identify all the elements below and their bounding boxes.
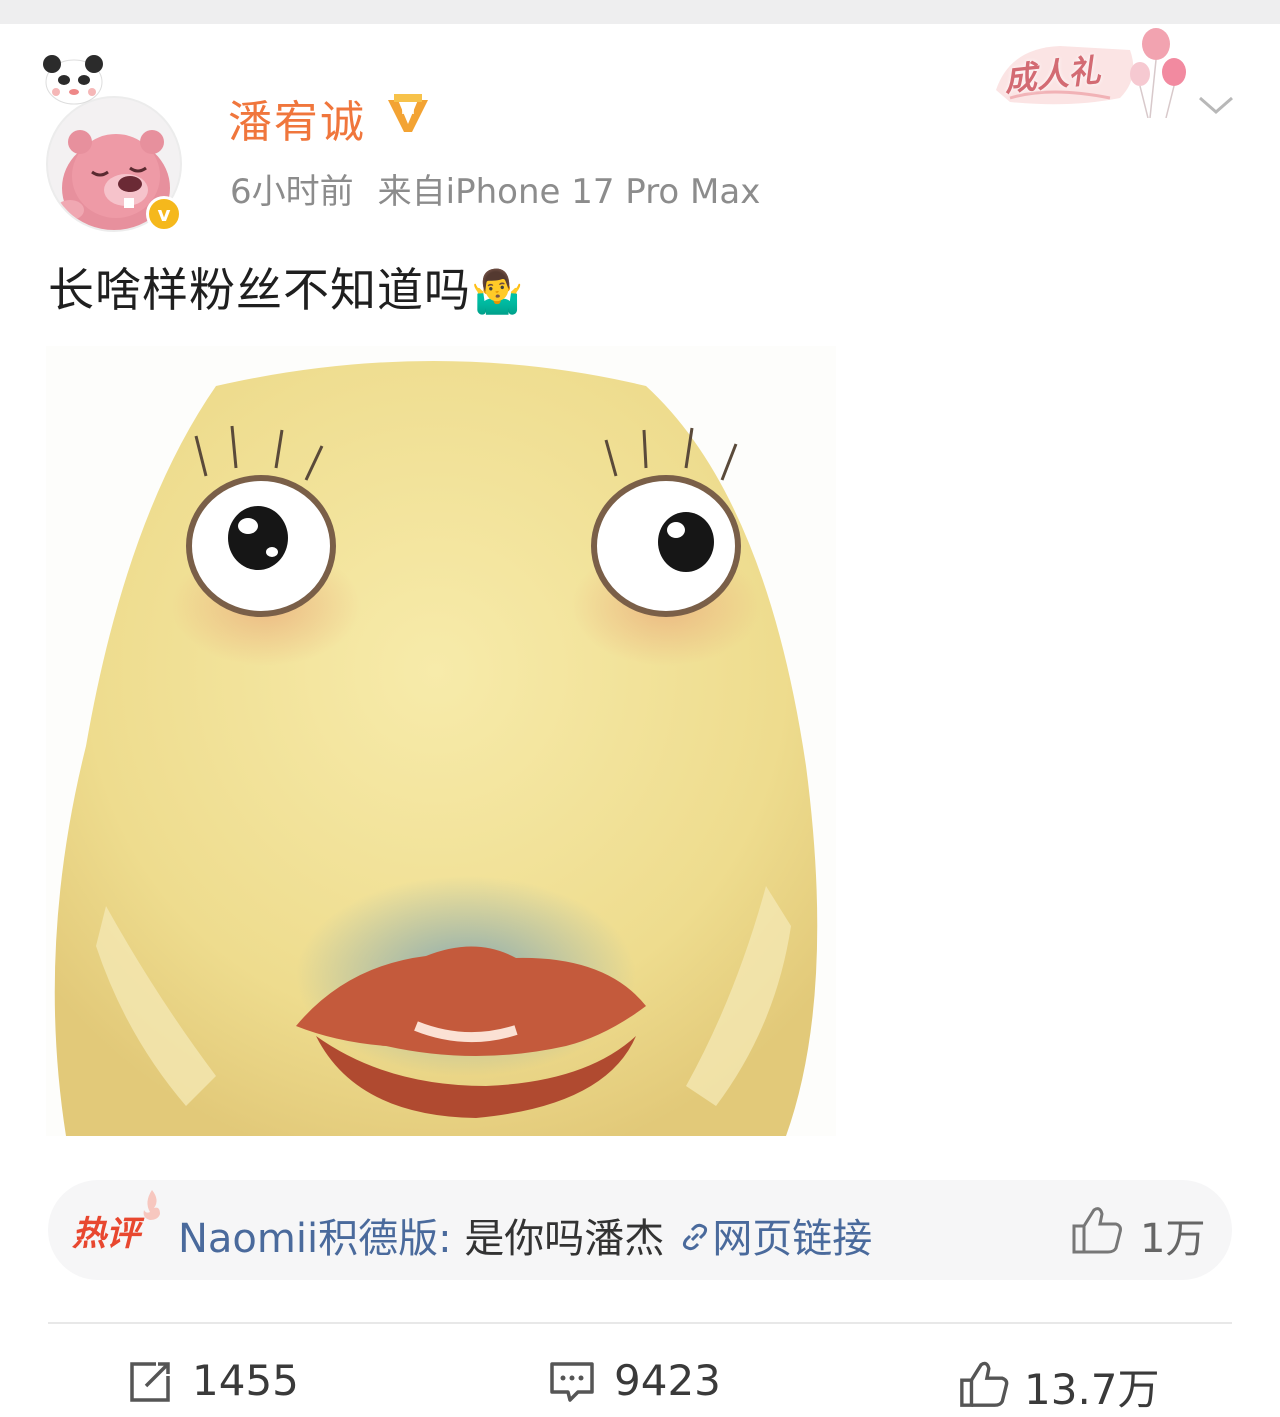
ceremony-badge[interactable]: 成人礼 xyxy=(990,28,1190,119)
like-count: 13.7万 xyxy=(1024,1365,1160,1414)
post-image[interactable] xyxy=(46,346,836,1136)
post-meta: 6小时前 来自iPhone 17 Pro Max xyxy=(230,164,760,213)
hot-comment-link[interactable]: 网页链接 xyxy=(712,1216,872,1262)
panda-icon xyxy=(43,55,103,105)
avatar-wrap[interactable]: v xyxy=(38,48,188,232)
comment-count: 9423 xyxy=(614,1356,721,1405)
verified-badge: v xyxy=(146,196,182,232)
vip-crown-icon[interactable] xyxy=(384,90,432,136)
chevron-down-icon[interactable] xyxy=(1196,90,1236,120)
post-time: 6小时前 xyxy=(230,172,354,212)
weibo-post: v 潘宥诚 6小时前 来自iPhone 17 Pro Max 成人礼 长啥样粉丝不… xyxy=(0,24,1280,1414)
like-icon xyxy=(960,1361,1009,1407)
hot-comment-colon: : xyxy=(438,1216,465,1262)
hot-comment-text: Naomii积德版: 是你吗潘杰 网页链接 xyxy=(178,1206,872,1264)
divider xyxy=(48,1322,1232,1324)
top-strip xyxy=(0,0,1280,24)
author-name[interactable]: 潘宥诚 xyxy=(228,86,366,150)
hot-comment-like-count: 1万 xyxy=(1140,1216,1206,1262)
post-text: 长啥样粉丝不知道吗🤷‍♂️ xyxy=(48,254,524,320)
flame-icon xyxy=(143,1190,160,1220)
shrug-emoji: 🤷‍♂️ xyxy=(471,267,525,316)
hot-comment[interactable]: 热评 Naomii积德版: 是你吗潘杰 网页链接 1万 xyxy=(48,1180,1232,1280)
repost-count: 1455 xyxy=(192,1356,299,1405)
yellow-cartoon-face-icon xyxy=(46,346,836,1136)
link-icon[interactable] xyxy=(678,1220,712,1254)
post-text-body: 长啥样粉丝不知道吗 xyxy=(48,263,471,317)
hot-comment-label: 热评 xyxy=(72,1214,140,1254)
hot-comment-body: 是你吗潘杰 xyxy=(464,1216,665,1262)
post-source[interactable]: 来自iPhone 17 Pro Max xyxy=(378,172,761,212)
thumbs-up-icon[interactable] xyxy=(1070,1204,1124,1256)
hot-comment-user[interactable]: Naomii积德版 xyxy=(178,1216,438,1262)
